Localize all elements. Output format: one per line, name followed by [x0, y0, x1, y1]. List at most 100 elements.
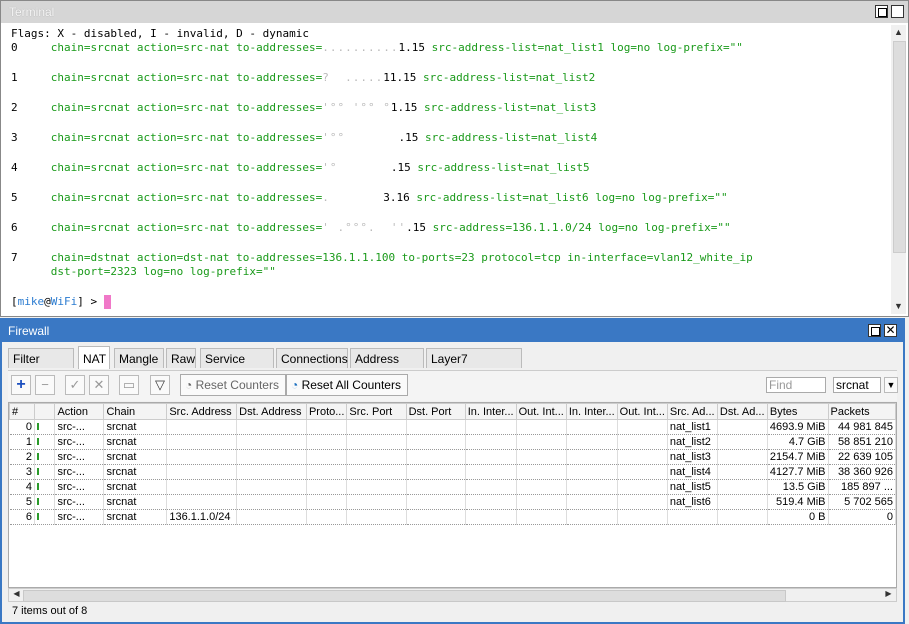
comment-icon[interactable]: ▭	[119, 375, 139, 395]
row-src-address	[166, 464, 238, 480]
add-icon[interactable]: +	[11, 375, 31, 395]
column-header[interactable]: Src. Ad...	[666, 403, 718, 420]
table-row[interactable]: 1 src-... srcnat nat_list2 4.7 GiB 58 851 210	[9, 434, 896, 450]
row-src-port	[346, 464, 407, 480]
rule-line: 4 chain=srcnat action=src-nat to-address…	[11, 161, 590, 174]
table-row[interactable]: 0 src-... srcnat nat_list1 4693.9 MiB 44 981 …	[9, 419, 896, 435]
column-header[interactable]: Proto...	[305, 403, 348, 420]
find-input[interactable]: Find	[766, 377, 826, 393]
table-row[interactable]: 6 src-... srcnat 136.1.1.0/24 0 B0	[9, 509, 896, 525]
row-out-interface-list	[617, 464, 668, 480]
tab-connections[interactable]: Connections	[276, 348, 348, 368]
row-dst-address-list	[717, 479, 768, 495]
row-number: 3	[9, 464, 35, 480]
close-icon[interactable]: ✕	[884, 324, 897, 337]
terminal-output[interactable]: Flags: X - disabled, I - invalid, D - dy…	[9, 25, 888, 316]
close-icon[interactable]: ✕	[891, 5, 904, 18]
scroll-down-icon[interactable]: ▼	[891, 299, 906, 314]
scroll-left-icon[interactable]: ◀	[9, 588, 24, 600]
column-header[interactable]: Dst. Port	[405, 403, 466, 420]
scroll-up-icon[interactable]: ▲	[891, 25, 906, 40]
rule-chain: chain=srcnat	[50, 131, 131, 144]
column-header[interactable]: #	[9, 403, 35, 420]
row-dst-address	[236, 434, 307, 450]
rule-chain: chain=srcnat	[50, 101, 131, 114]
command-prompt[interactable]: [mike@WiFi] >	[11, 295, 111, 309]
action-icon	[34, 434, 56, 450]
scroll-thumb[interactable]	[893, 41, 906, 253]
rule-number: 5	[11, 191, 18, 204]
reset-all-counters-button[interactable]: ◔ Reset All Counters	[286, 374, 408, 396]
horizontal-scrollbar[interactable]: ◀ ▶	[8, 588, 897, 602]
row-dst-address-list	[717, 494, 768, 510]
tab-raw[interactable]: Raw	[166, 348, 196, 368]
rule-number: 3	[11, 131, 18, 144]
rule-7-line1: 7 chain=dstnat action=dst-nat to-address…	[11, 251, 753, 264]
table-row[interactable]: 5 src-... srcnat nat_list6 519.4 MiB 5 702 56…	[9, 494, 896, 510]
row-packets: 58 851 210	[828, 434, 896, 450]
column-header[interactable]: Packets	[827, 403, 896, 420]
row-dst-address	[236, 419, 307, 435]
column-header[interactable]: Dst. Address	[236, 403, 307, 420]
row-dst-address	[236, 464, 307, 480]
remove-icon[interactable]: −	[35, 375, 55, 395]
column-header[interactable]: Out. Int...	[616, 403, 668, 420]
src-nat-icon	[36, 438, 44, 445]
row-protocol	[306, 434, 348, 450]
row-dst-port	[406, 494, 466, 510]
scroll-thumb[interactable]	[23, 590, 786, 602]
rule-line: 3 chain=srcnat action=src-nat to-address…	[11, 131, 597, 144]
column-header[interactable]: In. Inter...	[565, 403, 618, 420]
reset-counters-button[interactable]: ◔ Reset Counters	[180, 374, 286, 396]
row-out-interface-list	[617, 419, 668, 435]
column-header[interactable]: Src. Port	[346, 403, 407, 420]
prompt-bracket: [	[11, 295, 18, 308]
action-icon	[34, 494, 56, 510]
column-header[interactable]	[33, 403, 56, 420]
chain-filter-select[interactable]: srcnat	[833, 377, 881, 393]
maximize-icon[interactable]	[875, 5, 888, 18]
column-header[interactable]: Action	[54, 403, 105, 420]
enable-icon[interactable]: ✓	[65, 375, 85, 395]
column-header[interactable]: Src. Address	[166, 403, 238, 420]
column-header[interactable]: Out. Int...	[515, 403, 567, 420]
tab-mangle[interactable]: Mangle	[114, 348, 164, 368]
filter-icon[interactable]: ▽	[150, 375, 170, 395]
row-src-port	[346, 419, 407, 435]
row-protocol	[306, 494, 348, 510]
address-tail: 1.15	[390, 101, 418, 114]
redacted-address: '°° '°° °	[322, 101, 391, 114]
tab-address-lists[interactable]: Address Lists	[350, 348, 424, 386]
terminal-titlebar[interactable]: Terminal ✕	[1, 1, 908, 23]
row-src-address	[166, 479, 238, 495]
row-chain: srcnat	[103, 464, 168, 480]
column-header[interactable]: In. Inter...	[464, 403, 517, 420]
column-header[interactable]: Dst. Ad...	[716, 403, 768, 420]
tab-nat[interactable]: NAT	[78, 346, 110, 369]
row-out-interface	[516, 434, 567, 450]
status-bar: 7 items out of 8	[12, 605, 88, 617]
row-out-interface	[516, 419, 567, 435]
row-protocol	[306, 464, 348, 480]
rule-extra: src-address-list=nat_list3	[424, 101, 597, 114]
table-row[interactable]: 3 src-... srcnat nat_list4 4127.7 MiB 38 360 …	[9, 464, 896, 480]
column-header[interactable]: Chain	[103, 403, 168, 420]
tab-service-ports[interactable]: Service Ports	[200, 348, 274, 386]
row-in-interface-list	[566, 464, 618, 480]
row-src-address-list: nat_list5	[667, 479, 718, 495]
disable-icon[interactable]: ✕	[89, 375, 109, 395]
tab-filter-rules[interactable]: Filter Rules	[8, 348, 74, 386]
table-row[interactable]: 2 src-... srcnat nat_list3 2154.7 MiB 22 639 …	[9, 449, 896, 465]
terminal-scrollbar[interactable]: ▲ ▼	[891, 25, 906, 314]
maximize-icon[interactable]	[868, 324, 881, 337]
row-number: 4	[9, 479, 35, 495]
row-action: src-...	[54, 434, 105, 450]
rule-number: 1	[11, 71, 18, 84]
tab-layer7-protocols[interactable]: Layer7 Protocols	[426, 348, 522, 386]
column-header[interactable]: Bytes	[766, 403, 829, 420]
row-packets: 38 360 926	[828, 464, 896, 480]
dropdown-icon[interactable]: ▼	[884, 377, 898, 393]
firewall-titlebar[interactable]: Firewall ✕	[2, 320, 903, 342]
table-row[interactable]: 4 src-... srcnat nat_list5 13.5 GiB 185 897 .…	[9, 479, 896, 495]
scroll-right-icon[interactable]: ▶	[881, 588, 896, 600]
